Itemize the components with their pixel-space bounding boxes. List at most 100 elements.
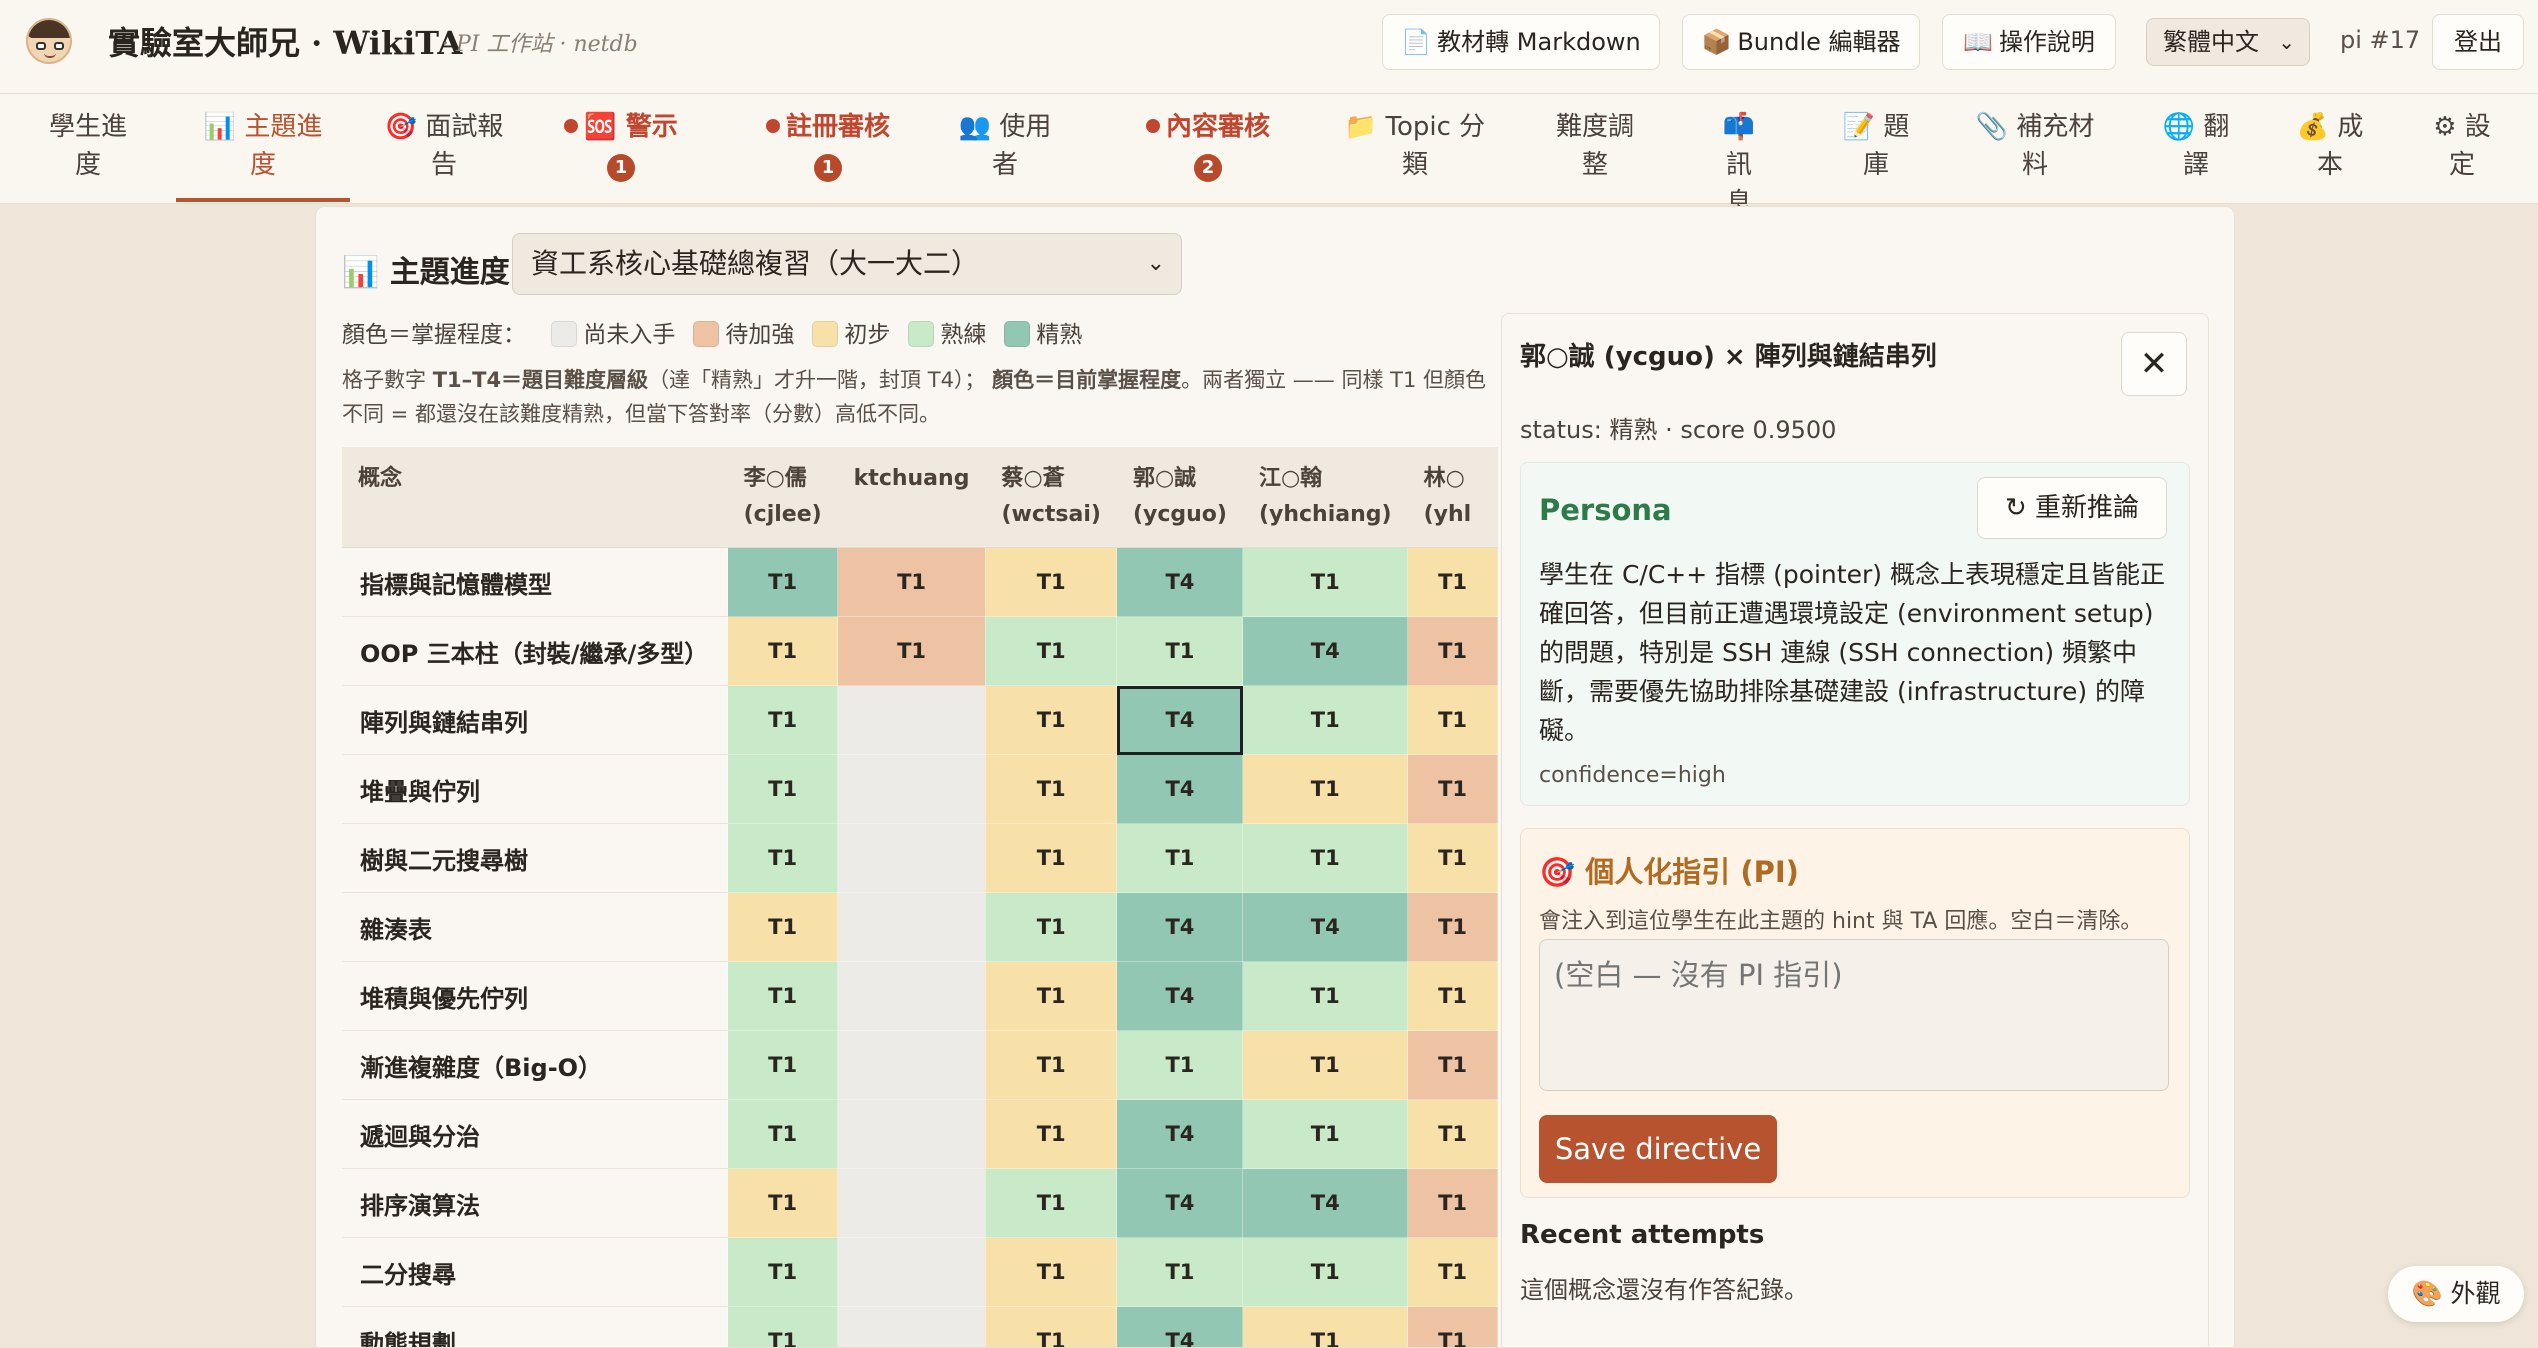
mastery-cell[interactable]	[837, 754, 986, 824]
mastery-cell[interactable]: T1	[1242, 823, 1409, 893]
mastery-cell[interactable]: T1	[727, 892, 839, 962]
mastery-cell[interactable]: T1	[1407, 616, 1498, 686]
mastery-cell[interactable]: T1	[1407, 1306, 1498, 1347]
mastery-cell[interactable]: T1	[984, 1099, 1118, 1169]
mastery-cell[interactable]: T1	[727, 1099, 839, 1169]
tab-10[interactable]: 📝 題庫	[1836, 108, 1916, 184]
reinfer-button[interactable]: ↻ 重新推論	[1977, 477, 2167, 539]
logout-button[interactable]: 登出	[2432, 14, 2524, 70]
mastery-cell[interactable]: T1	[1407, 961, 1498, 1031]
mastery-cell[interactable]: T1	[984, 685, 1118, 755]
mastery-cell[interactable]: T1	[1407, 1168, 1498, 1238]
tab-8[interactable]: 難度調整	[1540, 108, 1650, 184]
mastery-cell[interactable]: T1	[984, 892, 1118, 962]
tab-5[interactable]: 👥 使用者	[950, 108, 1060, 184]
mastery-cell[interactable]: T4	[1242, 1168, 1409, 1238]
mastery-cell[interactable]: T4	[1116, 1306, 1244, 1347]
mastery-cell[interactable]	[837, 1030, 986, 1100]
mastery-cell[interactable]: T1	[727, 754, 839, 824]
save-directive-button[interactable]: Save directive	[1539, 1115, 1777, 1183]
tab-6[interactable]: 內容審核 2	[1128, 108, 1288, 184]
markdown-convert-button[interactable]: 📄 教材轉 Markdown	[1382, 14, 1660, 70]
mastery-cell[interactable]: T1	[837, 547, 986, 617]
tab-2[interactable]: 🎯 面試報告	[368, 108, 520, 184]
mastery-cell[interactable]: T4	[1116, 685, 1244, 755]
mastery-cell[interactable]: T1	[837, 616, 986, 686]
mastery-cell[interactable]: T4	[1116, 892, 1244, 962]
student-column-header[interactable]: 郭○誠 (ycguo)	[1116, 447, 1243, 548]
mastery-cell[interactable]: T1	[1407, 754, 1498, 824]
mastery-cell[interactable]: T1	[984, 823, 1118, 893]
appearance-button[interactable]: 🎨 外觀	[2388, 1266, 2524, 1322]
mastery-cell[interactable]: T1	[984, 1168, 1118, 1238]
mastery-cell[interactable]: T4	[1242, 892, 1409, 962]
mastery-cell[interactable]: T1	[1242, 1237, 1409, 1307]
mastery-cell[interactable]: T1	[1407, 547, 1498, 617]
mastery-cell[interactable]: T1	[727, 1237, 839, 1307]
mastery-cell[interactable]: T1	[1407, 823, 1498, 893]
mastery-cell[interactable]: T1	[1116, 823, 1244, 893]
mastery-cell[interactable]: T1	[984, 1030, 1118, 1100]
mastery-cell[interactable]: T1	[1407, 1099, 1498, 1169]
mastery-cell[interactable]: T1	[1407, 1237, 1498, 1307]
student-column-header[interactable]: 林○ (yhl	[1407, 447, 1498, 548]
mastery-cell[interactable]: T1	[1407, 1030, 1498, 1100]
mastery-cell[interactable]	[837, 1099, 986, 1169]
student-column-header[interactable]: 李○儒 (cjlee)	[727, 447, 838, 548]
tab-14[interactable]: ⚙ 設定	[2420, 108, 2504, 184]
mastery-cell[interactable]: T4	[1116, 1168, 1244, 1238]
close-icon[interactable]: ✕	[2121, 332, 2187, 396]
tab-11[interactable]: 📎 補充材料	[1972, 108, 2098, 184]
mastery-cell[interactable]: T1	[984, 1237, 1118, 1307]
tab-4[interactable]: 註冊審核 1	[752, 108, 904, 184]
mastery-cell[interactable]: T4	[1116, 961, 1244, 1031]
mastery-cell[interactable]: T1	[1242, 547, 1409, 617]
student-column-header[interactable]: 江○翰 (yhchiang)	[1242, 447, 1408, 548]
bundle-editor-button[interactable]: 📦 Bundle 編輯器	[1682, 14, 1920, 70]
language-select[interactable]: 繁體中文 ⌄	[2146, 18, 2310, 66]
student-column-header[interactable]: 蔡○蒼 (wctsai)	[985, 447, 1117, 548]
mastery-cell[interactable]: T1	[1242, 1030, 1409, 1100]
mastery-cell[interactable]	[837, 961, 986, 1031]
mastery-cell[interactable]: T1	[1242, 1099, 1409, 1169]
mastery-cell[interactable]: T1	[1116, 616, 1244, 686]
mastery-cell[interactable]: T1	[727, 616, 839, 686]
pi-directive-input[interactable]	[1539, 939, 2169, 1091]
mastery-cell[interactable]	[837, 1168, 986, 1238]
mastery-cell[interactable]	[837, 1237, 986, 1307]
mastery-cell[interactable]: T1	[1407, 892, 1498, 962]
mastery-cell[interactable]: T4	[1116, 547, 1244, 617]
mastery-cell[interactable]: T1	[727, 961, 839, 1031]
mastery-cell[interactable]	[837, 1306, 986, 1347]
mastery-cell[interactable]: T1	[984, 1306, 1118, 1347]
mastery-cell[interactable]: T4	[1116, 754, 1244, 824]
help-button[interactable]: 📖 操作說明	[1942, 14, 2116, 70]
mastery-cell[interactable]: T1	[727, 823, 839, 893]
mastery-cell[interactable]: T1	[727, 547, 839, 617]
mastery-cell[interactable]: T1	[1242, 961, 1409, 1031]
mastery-cell[interactable]: T1	[727, 1030, 839, 1100]
mastery-cell[interactable]: T1	[1242, 1306, 1409, 1347]
mastery-cell[interactable]: T1	[1242, 754, 1409, 824]
mastery-cell[interactable]	[837, 823, 986, 893]
mastery-cell[interactable]: T1	[984, 961, 1118, 1031]
mastery-cell[interactable]: T1	[1116, 1237, 1244, 1307]
tab-3[interactable]: 🆘 警示 1	[562, 108, 680, 184]
tab-12[interactable]: 🌐 翻譯	[2152, 108, 2240, 184]
mastery-table-scroll[interactable]: 概念 李○儒 (cjlee) ktchuang 蔡○蒼 (wctsai) 郭○誠 (ycguo…	[342, 447, 1498, 1347]
mastery-cell[interactable]: T4	[1242, 616, 1409, 686]
mastery-cell[interactable]: T1	[984, 616, 1118, 686]
tab-9[interactable]: 📫 訊息	[1706, 108, 1772, 222]
mastery-cell[interactable]: T4	[1116, 1099, 1244, 1169]
student-column-header[interactable]: ktchuang	[837, 447, 986, 548]
mastery-cell[interactable]: T1	[984, 754, 1118, 824]
mastery-cell[interactable]: T1	[1407, 685, 1498, 755]
tab-1[interactable]: 📊 主題進度	[196, 108, 330, 184]
tab-0[interactable]: 學生進度	[30, 108, 146, 184]
mastery-cell[interactable]: T1	[727, 1168, 839, 1238]
mastery-cell[interactable]: T1	[727, 685, 839, 755]
tab-13[interactable]: 💰 成本	[2296, 108, 2364, 184]
topic-select[interactable]: 資工系核心基礎總複習（大一大二） ⌄	[512, 233, 1182, 295]
mastery-cell[interactable]: T1	[984, 547, 1118, 617]
mastery-cell[interactable]: T1	[727, 1306, 839, 1347]
